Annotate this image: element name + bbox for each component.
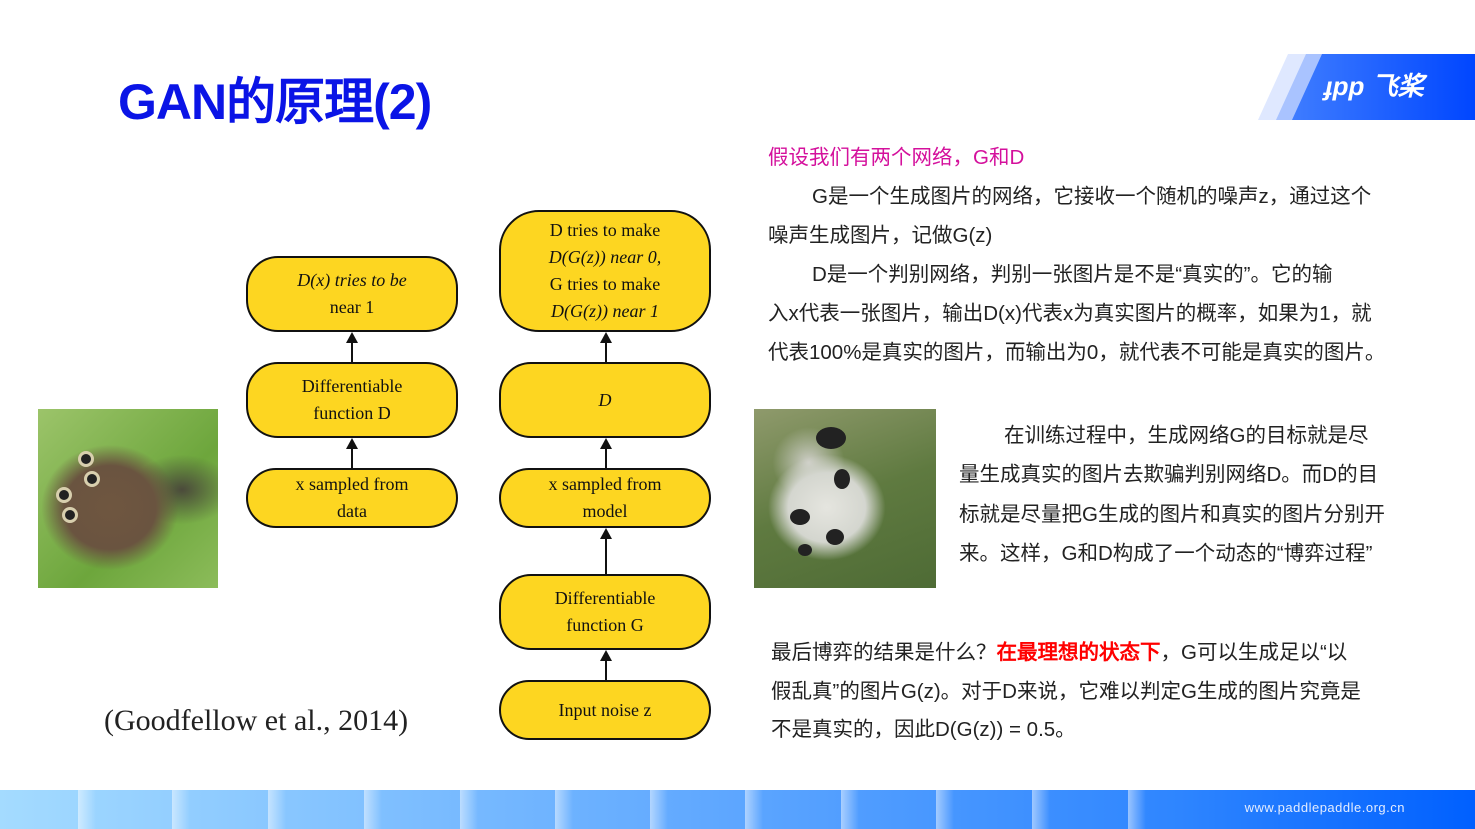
arrow-up: [600, 438, 612, 468]
para2-line: 入x代表一张图片，输出D(x)代表x为真实图片的概率，如果为1，就: [768, 302, 1372, 325]
arrow-up: [346, 438, 358, 468]
paddle-logo: ɟpp 飞桨: [1258, 54, 1475, 120]
para4-continuation: ，G可以生成足以“以: [1160, 641, 1348, 664]
box-x-from-data: x sampled from data: [246, 468, 458, 528]
box-d-tries-near-1: D(x) tries to be near 1: [246, 256, 458, 332]
footer-url[interactable]: www.paddlepaddle.org.cn: [1245, 800, 1405, 815]
box-input-noise: Input noise z: [499, 680, 711, 740]
question-text: 最后博弈的结果是什么？: [771, 641, 997, 664]
box-line: near 1: [329, 297, 375, 317]
logo-text: 飞桨: [1371, 71, 1424, 101]
box-line: Differentiable: [301, 376, 403, 396]
arrow-up: [346, 332, 358, 362]
box-line: x sampled from: [295, 474, 409, 494]
box-line: data: [337, 501, 367, 521]
box-line: D(x) tries to be: [297, 270, 407, 290]
generated-dog-image: [754, 409, 936, 588]
para3-line: 标就是尽量把G生成的图片和真实的图片分别开: [959, 503, 1385, 526]
para3-line: 在训练过程中，生成网络G的目标就是尽: [1004, 424, 1369, 447]
citation: (Goodfellow et al., 2014): [104, 704, 409, 737]
para3-line: 量生成真实的图片去欺骗判别网络D。而D的目: [959, 463, 1379, 486]
butterfly-image: [38, 409, 218, 588]
para3-line: 来。这样，G和D构成了一个动态的“博弈过程”: [959, 542, 1373, 565]
arrow-up: [600, 650, 612, 680]
para2-line: D是一个判别网络，判别一张图片是不是“真实的”。它的输: [812, 263, 1333, 286]
box-line: D: [598, 389, 612, 410]
section-heading: 假设我们有两个网络，G和D: [768, 146, 1025, 169]
box-x-from-model: x sampled from model: [499, 468, 711, 528]
box-line: D(G(z)) near 1: [551, 301, 659, 321]
box-line: D tries to make: [549, 220, 661, 240]
para2-line: 代表100%是真实的图片，而输出为0，就代表不可能是真实的图片。: [768, 341, 1386, 364]
box-line: G tries to make: [549, 274, 661, 294]
footer-bar: www.paddlepaddle.org.cn: [0, 790, 1475, 829]
page-title: GAN的原理(2): [118, 74, 432, 130]
box-differentiable-g: Differentiable function G: [499, 574, 711, 650]
box-line: function D: [313, 403, 391, 423]
para4-line: 假乱真”的图片G(z)。对于D来说，它难以判定G生成的图片究竟是: [771, 680, 1361, 703]
arrow-up: [600, 332, 612, 362]
box-differentiable-d: Differentiable function D: [246, 362, 458, 438]
box-line: D(G(z)) near 0,: [548, 247, 662, 267]
para4-line: 最后博弈的结果是什么？在最理想的状态下，G可以生成足以“以: [771, 633, 1347, 672]
highlight-text: 在最理想的状态下: [996, 641, 1161, 664]
box-line: Input noise z: [558, 699, 652, 720]
para1-line: 噪声生成图片，记做G(z): [768, 224, 993, 247]
box-d: D: [499, 362, 711, 438]
box-line: Differentiable: [554, 588, 656, 608]
para4-line: 不是真实的，因此D(G(z)) = 0.5。: [771, 718, 1076, 741]
box-d-g-game: D tries to make D(G(z)) near 0, G tries …: [499, 210, 711, 332]
arrow-up: [600, 528, 612, 574]
box-line: function G: [566, 615, 644, 635]
para1-line: G是一个生成图片的网络，它接收一个随机的噪声z，通过这个: [812, 185, 1372, 208]
box-line: model: [582, 501, 628, 521]
box-line: x sampled from: [548, 474, 662, 494]
